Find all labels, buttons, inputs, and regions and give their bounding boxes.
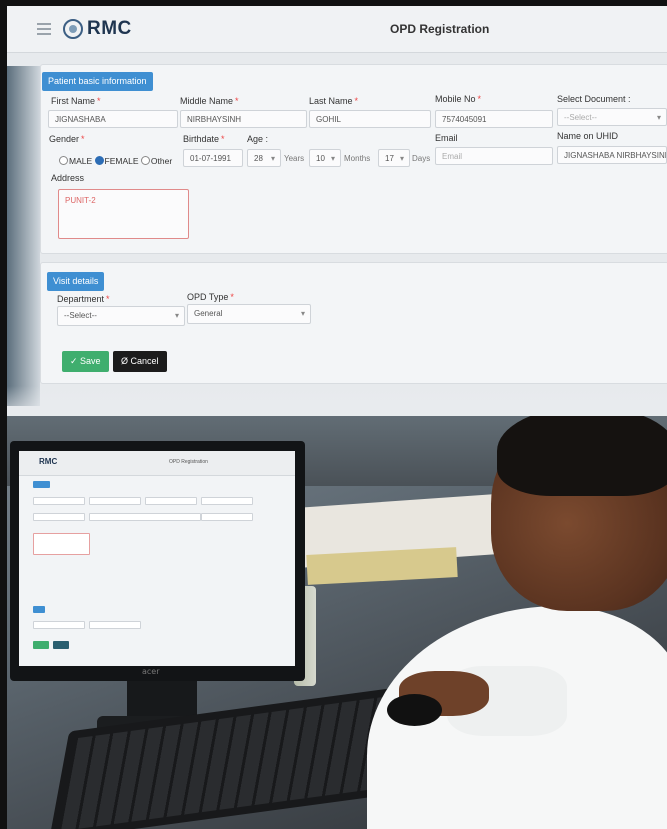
gender-male-option[interactable]: MALE	[59, 156, 92, 166]
keyboard	[49, 685, 411, 829]
first-name-label: First Name *	[51, 96, 101, 106]
age-months-select[interactable]: 10	[309, 149, 341, 167]
mini-field	[33, 497, 85, 505]
mini-save-button	[33, 641, 49, 649]
mini-field	[89, 513, 201, 521]
gender-label: Gender *	[49, 134, 85, 144]
save-button[interactable]: ✓ Save	[62, 351, 109, 372]
mini-cancel-button	[53, 641, 69, 649]
middle-name-input[interactable]: NIRBHAYSINH	[180, 110, 307, 128]
birthdate-input[interactable]: 01-07-1991	[183, 149, 243, 167]
select-document-dropdown[interactable]: --Select--	[557, 108, 667, 126]
select-document-label: Select Document :	[557, 94, 631, 104]
age-label: Age :	[247, 134, 269, 144]
gender-radio-group: MALE FEMALE Other	[59, 156, 172, 166]
days-label: Days	[412, 154, 431, 163]
birthdate-label: Birthdate *	[183, 134, 225, 144]
mini-field	[145, 497, 197, 505]
radio-other-icon[interactable]	[140, 156, 150, 165]
first-name-input[interactable]: JIGNASHABA	[48, 110, 178, 128]
uhid-name-label: Name on UHID	[557, 131, 619, 141]
years-label: Years	[284, 154, 305, 163]
opd-type-label: OPD Type *	[187, 292, 234, 302]
fade-overlay	[7, 386, 667, 416]
email-input[interactable]: Email	[435, 147, 553, 165]
age-years-select[interactable]: 28	[247, 149, 281, 167]
person-hair	[497, 416, 667, 496]
top-bar: RMC OPD Registration	[7, 6, 667, 53]
workstation-photo: RMC OPD Registration acer	[7, 416, 667, 829]
mini-field	[33, 621, 85, 629]
tab-visit-details[interactable]: Visit details	[47, 272, 105, 291]
last-name-input[interactable]: GOHIL	[309, 110, 431, 128]
uhid-name-input[interactable]: JIGNASHABA NIRBHAYSINH	[557, 146, 667, 164]
monitor: RMC OPD Registration acer	[10, 441, 305, 681]
opd-type-dropdown[interactable]: General	[187, 304, 311, 324]
radio-male-icon[interactable]	[59, 156, 68, 165]
menu-icon[interactable]	[37, 23, 51, 35]
email-label: Email	[435, 133, 458, 143]
gender-female-option[interactable]: FEMALE	[94, 156, 139, 166]
computer-mouse	[387, 694, 442, 726]
gender-other-option[interactable]: Other	[140, 156, 172, 166]
radio-female-icon[interactable]	[94, 156, 104, 165]
background-strip	[7, 66, 40, 406]
mini-field	[89, 497, 141, 505]
paper-stack-yellow	[306, 547, 458, 585]
monitor-brand: acer	[142, 667, 160, 676]
mini-page-title: OPD Registration	[169, 459, 208, 465]
middle-name-label: Middle Name *	[180, 96, 239, 106]
mini-tab-patient	[33, 481, 51, 488]
app-window: RMC OPD Registration Patient basic infor…	[7, 6, 667, 416]
mobile-label: Mobile No *	[435, 94, 482, 104]
cancel-button[interactable]: Ø Cancel	[113, 351, 167, 372]
page-title: OPD Registration	[390, 22, 490, 36]
brand-logo: RMC	[87, 18, 132, 39]
age-days-select[interactable]: 17	[378, 149, 410, 167]
logo-icon	[63, 19, 83, 39]
mini-brand: RMC	[39, 457, 58, 466]
months-label: Months	[344, 154, 371, 163]
address-label: Address	[51, 173, 85, 183]
mini-top-bar: RMC OPD Registration	[19, 451, 295, 476]
mini-address	[33, 533, 90, 555]
address-textarea[interactable]: PUNIT-2	[58, 189, 189, 239]
mini-field	[201, 497, 253, 505]
mobile-input[interactable]: 7574045091	[435, 110, 553, 128]
mini-tab-visit	[33, 606, 45, 613]
monitor-screen: RMC OPD Registration	[19, 451, 295, 666]
tab-patient-basic-information[interactable]: Patient basic information	[42, 72, 153, 91]
department-label: Department *	[57, 294, 110, 304]
mini-field	[89, 621, 141, 629]
last-name-label: Last Name *	[309, 96, 359, 106]
department-dropdown[interactable]: --Select--	[57, 306, 185, 326]
mini-field	[33, 513, 85, 521]
mini-field	[201, 513, 253, 521]
